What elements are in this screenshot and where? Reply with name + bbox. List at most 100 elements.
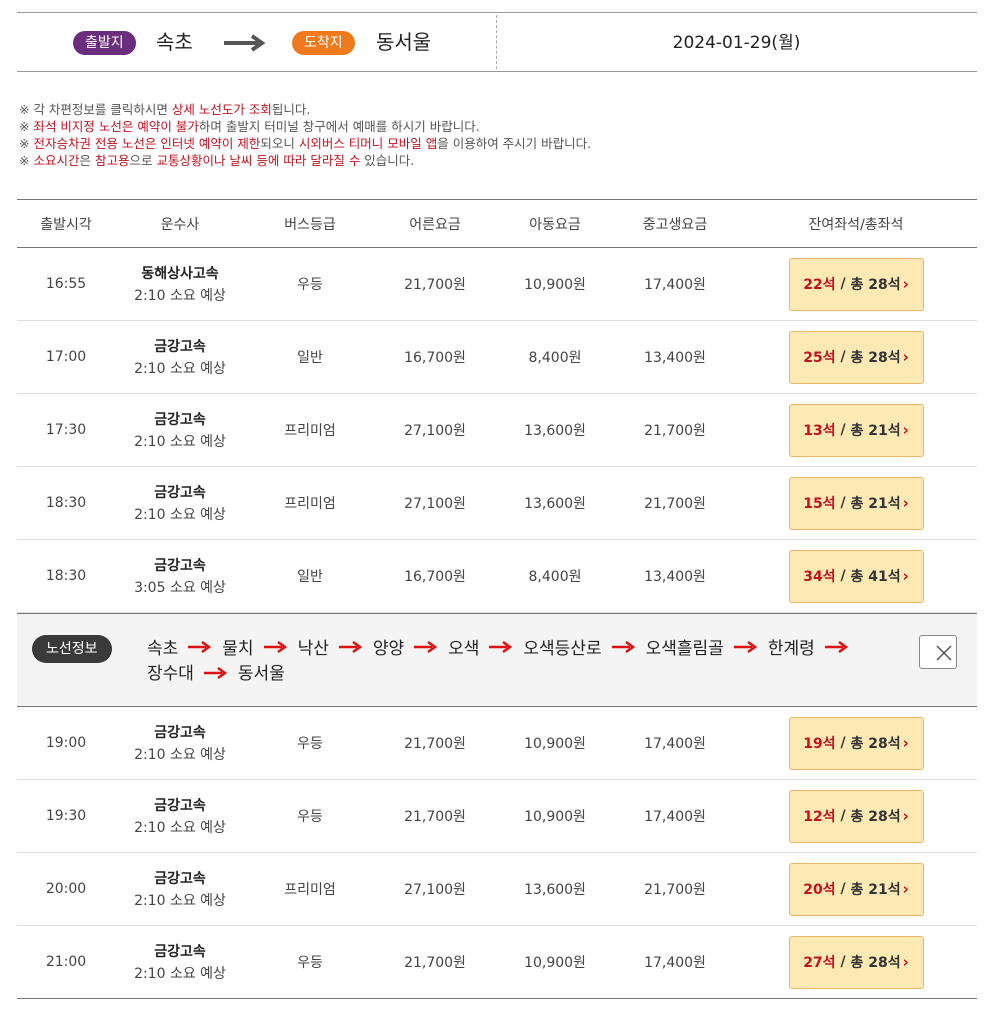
departure-time: 18:30	[45, 568, 87, 584]
seat-select-button[interactable]: 25석 / 총 28석 ›	[788, 330, 924, 384]
route-info-panel: 노선정보 속초 물치 낙산 양양 오색 오색등산로 오색흘림골 한계령장수대 동서울	[17, 613, 977, 707]
youth-fare: 13,400원	[644, 350, 706, 366]
table-row[interactable]: 21:00 금강고속 2:10 소요 예상 우등 21,700원 10,900원 17,40…	[17, 926, 977, 999]
adult-fare: 16,700원	[404, 350, 466, 366]
child-fare: 10,900원	[524, 277, 586, 293]
departure-city: 속초	[156, 30, 193, 54]
child-fare: 10,900원	[524, 736, 586, 752]
estimated-duration: 2:10 소요 예상	[134, 747, 226, 763]
table-row[interactable]: 20:00 금강고속 2:10 소요 예상 프리미엄 27,100원 13,600원 21,…	[17, 853, 977, 926]
chevron-right-icon: ›	[902, 567, 909, 585]
seat-separator: /	[835, 881, 851, 897]
notice-highlight: 참고용	[94, 153, 130, 168]
remaining-seats: 25석	[803, 350, 836, 366]
seat-separator: /	[835, 276, 851, 292]
column-header: 잔여좌석/총좌석	[808, 216, 904, 233]
notice-line: ※ 좌석 비지정 노선은 예약이 불가하며 출발지 터미널 창구에서 예매를 하…	[19, 118, 591, 135]
seat-select-button[interactable]: 22석 / 총 28석 ›	[788, 257, 924, 311]
table-row[interactable]: 18:30 금강고속 2:10 소요 예상 프리미엄 27,100원 13,600원 21,…	[17, 467, 977, 540]
departure-time: 17:00	[45, 349, 87, 365]
seat-select-button[interactable]: 27석 / 총 28석 ›	[788, 935, 924, 989]
remaining-seats: 15석	[803, 496, 836, 512]
table-row[interactable]: 17:30 금강고속 2:10 소요 예상 프리미엄 27,100원 13,600원 21,…	[17, 394, 977, 467]
adult-fare: 27,100원	[404, 882, 466, 898]
red-arrow-icon	[203, 662, 228, 687]
operator-name: 동해상사고속	[141, 266, 219, 282]
estimated-duration: 2:10 소요 예상	[134, 820, 226, 836]
operator-name: 금강고속	[154, 944, 206, 960]
youth-fare: 17,400원	[644, 809, 706, 825]
estimated-duration: 2:10 소요 예상	[134, 361, 226, 377]
notice-line: ※ 전자승차권 전용 노선은 인터넷 예약이 제한되오니 시외버스 티머니 모바…	[19, 135, 591, 152]
notice-line: ※ 각 차편정보를 클릭하시면 상세 노선도가 조회됩니다.	[19, 101, 591, 118]
table-row[interactable]: 16:55 동해상사고속 2:10 소요 예상 우등 21,700원 10,900원 17,…	[17, 248, 977, 321]
arrival-badge: 도착지	[292, 31, 355, 55]
operator-name: 금강고속	[154, 725, 206, 741]
table-row[interactable]: 19:00 금강고속 2:10 소요 예상 우등 21,700원 10,900원 17,40…	[17, 707, 977, 780]
child-fare: 10,900원	[524, 955, 586, 971]
total-seats: 28석	[868, 277, 901, 293]
column-header: 어른요금	[409, 216, 461, 233]
notice-text: ※	[19, 136, 34, 151]
notice-text: 은	[79, 153, 95, 168]
notice-highlight: 시외버스 티머니 모바일 앱	[298, 136, 438, 151]
notice-text: 되오니	[260, 136, 299, 151]
seat-cell: 34석 / 총 41석 ›	[735, 549, 977, 603]
departure-time: 18:30	[45, 495, 87, 511]
operator-cell: 동해상사고속 2:10 소요 예상	[115, 263, 245, 305]
notice-text: 으로	[129, 153, 157, 168]
operator-name: 금강고속	[154, 798, 206, 814]
column-header: 운수사	[160, 216, 200, 233]
chevron-right-icon: ›	[902, 421, 909, 439]
chevron-right-icon: ›	[902, 734, 909, 752]
operator-name: 금강고속	[154, 485, 206, 501]
total-seats-prefix: 총	[850, 736, 864, 752]
total-seats-prefix: 총	[850, 882, 864, 898]
remaining-seats: 12석	[803, 809, 836, 825]
bus-grade: 우등	[297, 955, 323, 971]
route-stop: 속초	[147, 638, 179, 659]
departure-time: 20:00	[45, 881, 87, 897]
table-row[interactable]: 18:30 금강고속 3:05 소요 예상 일반 16,700원 8,400원 13,400…	[17, 540, 977, 613]
table-header: 출발시각 운수사 버스등급 어른요금 아동요금 중고생요금 잔여좌석/총좌석	[17, 200, 977, 248]
close-route-info-button[interactable]	[919, 635, 957, 669]
chevron-right-icon: ›	[902, 953, 909, 971]
red-arrow-icon	[338, 636, 363, 661]
seat-select-button[interactable]: 20석 / 총 21석 ›	[788, 862, 924, 916]
bus-grade: 프리미엄	[284, 423, 336, 439]
bus-grade: 일반	[297, 350, 323, 366]
youth-fare: 21,700원	[644, 423, 706, 439]
estimated-duration: 2:10 소요 예상	[134, 507, 226, 523]
operator-cell: 금강고속 2:10 소요 예상	[115, 409, 245, 451]
rows-group: 19:00 금강고속 2:10 소요 예상 우등 21,700원 10,900원 17,40…	[17, 707, 977, 999]
operator-name: 금강고속	[154, 558, 206, 574]
seat-select-button[interactable]: 34석 / 총 41석 ›	[788, 549, 924, 603]
chevron-right-icon: ›	[902, 807, 909, 825]
estimated-duration: 2:10 소요 예상	[134, 893, 226, 909]
table-row[interactable]: 19:30 금강고속 2:10 소요 예상 우등 21,700원 10,900원 17,40…	[17, 780, 977, 853]
seat-separator: /	[835, 349, 851, 365]
seat-separator: /	[835, 735, 851, 751]
child-fare: 13,600원	[524, 496, 586, 512]
seat-select-button[interactable]: 13석 / 총 21석 ›	[788, 403, 924, 457]
adult-fare: 21,700원	[404, 736, 466, 752]
total-seats-prefix: 총	[850, 423, 864, 439]
child-fare: 10,900원	[524, 809, 586, 825]
notice-text: 됩니다.	[271, 102, 311, 117]
travel-date: 2024-01-29(월)	[672, 33, 801, 53]
departure-time: 19:30	[45, 808, 87, 824]
table-row[interactable]: 17:00 금강고속 2:10 소요 예상 일반 16,700원 8,400원 13,400…	[17, 321, 977, 394]
seat-select-button[interactable]: 12석 / 총 28석 ›	[788, 789, 924, 843]
seat-select-button[interactable]: 15석 / 총 21석 ›	[788, 476, 924, 530]
adult-fare: 21,700원	[404, 277, 466, 293]
child-fare: 13,600원	[524, 882, 586, 898]
red-arrow-icon	[263, 636, 288, 661]
close-icon	[936, 645, 952, 661]
seat-cell: 25석 / 총 28석 ›	[735, 330, 977, 384]
youth-fare: 21,700원	[644, 496, 706, 512]
seat-select-button[interactable]: 19석 / 총 28석 ›	[788, 716, 924, 770]
route-stop: 장수대	[147, 664, 194, 684]
column-header: 버스등급	[284, 216, 336, 233]
seat-cell: 20석 / 총 21석 ›	[735, 862, 977, 916]
route-stop: 오색	[448, 638, 480, 659]
